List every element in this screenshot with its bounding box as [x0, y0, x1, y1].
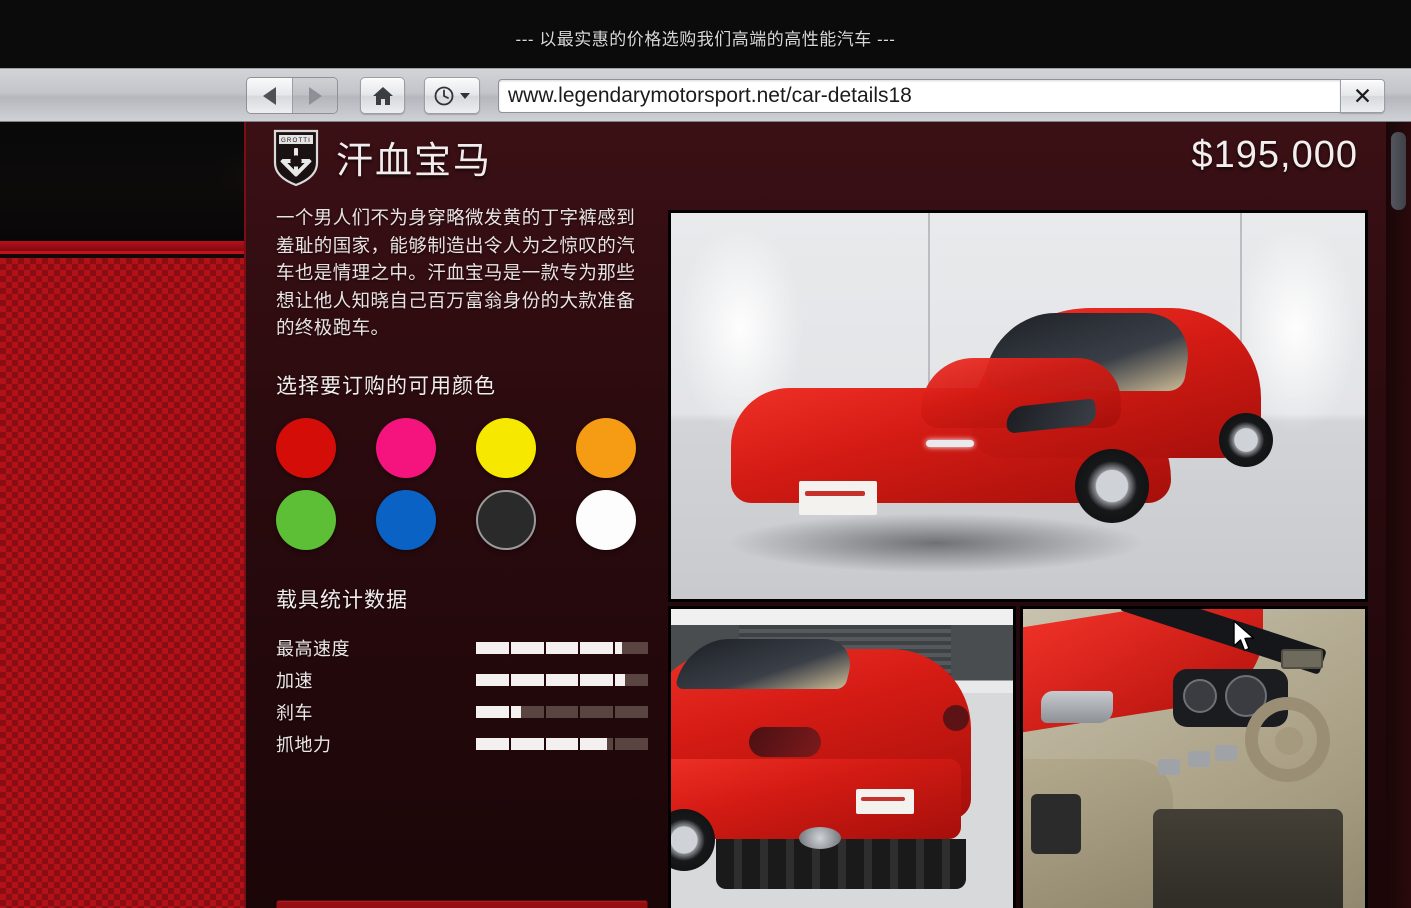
marquee-bar: --- 以最实惠的价格选购我们高端的高性能汽车 --- — [0, 0, 1411, 68]
stat-label: 抓地力 — [276, 734, 332, 755]
history-button[interactable] — [424, 77, 480, 114]
color-swatch-grid — [276, 417, 648, 550]
car-info-column: 一个男人们不为身穿略微发黄的丁字裤感到羞耻的国家，能够制造出令人为之惊叹的汽车也… — [276, 204, 648, 760]
home-icon — [372, 86, 393, 105]
car-taillight-right — [943, 705, 969, 731]
stat-label: 刹车 — [276, 702, 313, 723]
arrow-right-icon — [308, 86, 322, 105]
stats-section-heading: 载具统计数据 — [276, 588, 408, 612]
side-mirror — [1041, 691, 1113, 723]
stat-row-braking: 刹车 — [276, 696, 648, 728]
stat-bar-braking — [476, 705, 648, 718]
stat-row-acceleration: 加速 — [276, 664, 648, 696]
pedal-accelerator — [1215, 745, 1237, 761]
car-image-gallery — [668, 210, 1368, 908]
close-button[interactable]: ✕ — [1340, 79, 1385, 113]
car-description: 一个男人们不为身穿略微发黄的丁字裤感到羞耻的国家，能够制造出令人为之惊叹的汽车也… — [276, 207, 636, 338]
pedal-brake — [1188, 751, 1210, 767]
stat-bar-traction — [476, 737, 648, 750]
chevron-down-icon — [460, 93, 470, 99]
center-display — [1281, 649, 1323, 669]
car-rear-diffuser — [716, 839, 966, 889]
car-taillight-left — [749, 727, 821, 757]
car-shadow — [726, 513, 1146, 573]
page-scrollbar-track[interactable] — [1386, 122, 1411, 908]
marquee-text: --- 以最实惠的价格选购我们高端的高性能汽车 --- — [515, 29, 896, 49]
forward-button[interactable] — [292, 78, 337, 113]
stat-row-traction: 抓地力 — [276, 728, 648, 760]
vehicle-stats-list: 最高速度 加速 刹车 抓地力 — [276, 632, 648, 760]
color-swatch-red[interactable] — [276, 417, 336, 478]
car-photo-front[interactable] — [668, 210, 1368, 602]
car-rear-glass — [674, 639, 858, 689]
car-details-panel: GROTTI 汗血宝马 $195,000 一个男人们不为身穿略微发黄的丁字裤感到… — [244, 122, 1386, 908]
color-swatch-white[interactable] — [576, 489, 636, 550]
order-button[interactable]: 订购 — [276, 900, 648, 908]
stat-row-top-speed: 最高速度 — [276, 632, 648, 664]
home-button[interactable] — [360, 77, 405, 114]
color-swatch-yellow[interactable] — [476, 417, 536, 478]
car-title: 汗血宝马 — [336, 140, 492, 181]
color-swatch-magenta[interactable] — [376, 417, 436, 478]
pedal-clutch — [1158, 759, 1180, 775]
color-swatch-orange[interactable] — [576, 417, 636, 478]
address-bar[interactable]: www.legendarymotorsport.net/car-details1… — [498, 79, 1344, 113]
car-exhaust — [799, 827, 841, 849]
stat-bar-top-speed — [476, 641, 648, 654]
car-front-wheel — [1075, 449, 1149, 523]
clock-icon — [434, 86, 454, 105]
svg-text:GROTTI: GROTTI — [281, 137, 311, 144]
stat-bar-acceleration — [476, 673, 648, 686]
close-icon: ✕ — [1352, 82, 1373, 109]
car-photo-thumbnails — [668, 606, 1368, 908]
color-swatch-black[interactable] — [476, 489, 536, 550]
color-swatch-green[interactable] — [276, 489, 336, 550]
car-drl-strip — [926, 440, 974, 447]
car-photo-rear[interactable] — [668, 606, 1016, 908]
car-price: $195,000 — [1191, 134, 1358, 176]
car-rear-wheel — [1219, 413, 1273, 467]
navigation-button-group — [246, 77, 338, 114]
car-photo-interior[interactable] — [1020, 606, 1368, 908]
stat-label: 最高速度 — [276, 638, 350, 659]
grotti-brand-logo-icon: GROTTI — [273, 129, 319, 187]
arrow-left-icon — [263, 86, 276, 105]
steering-hub — [1275, 727, 1303, 755]
stat-label: 加速 — [276, 670, 313, 691]
url-text: www.legendarymotorsport.net/car-details1… — [508, 84, 912, 107]
page-scrollbar-thumb[interactable] — [1391, 132, 1406, 210]
color-swatch-blue[interactable] — [376, 489, 436, 550]
window-switch-panel — [1031, 794, 1081, 854]
car-license-plate — [799, 481, 877, 515]
back-button[interactable] — [247, 78, 292, 113]
footwell — [1153, 809, 1343, 908]
color-section-heading: 选择要订购的可用颜色 — [276, 374, 496, 398]
